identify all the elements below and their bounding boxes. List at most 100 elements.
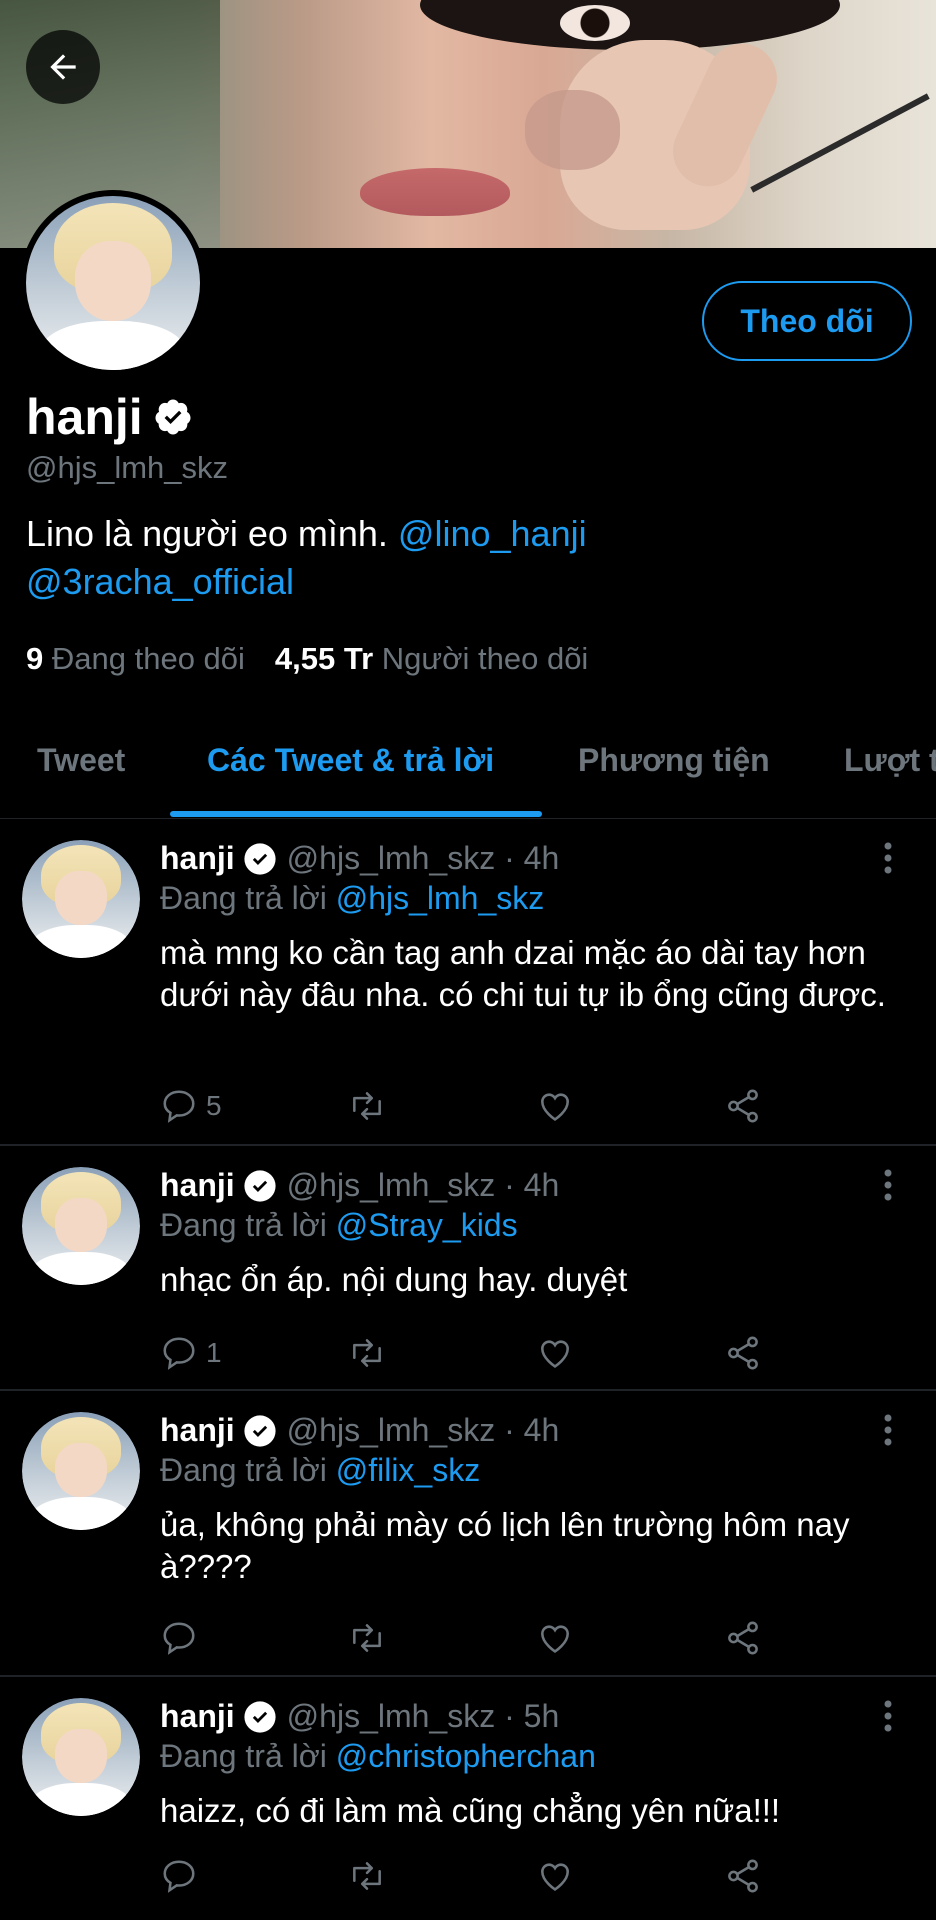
following-stat[interactable]: 9 Đang theo dõi: [26, 641, 245, 677]
tweet-avatar[interactable]: [22, 1412, 140, 1530]
verified-badge-icon: [244, 1700, 276, 1733]
like-button[interactable]: [536, 1616, 574, 1660]
tweet-author-name[interactable]: hanji: [160, 1698, 235, 1735]
reply-icon: [163, 1860, 195, 1893]
verified-badge-icon: [244, 1169, 276, 1202]
reply-to-link[interactable]: @Stray_kids: [336, 1207, 518, 1243]
reply-to-link[interactable]: @hjs_lmh_skz: [336, 880, 545, 916]
tweet-avatar[interactable]: [22, 1698, 140, 1816]
like-icon: [541, 1340, 569, 1368]
share-icon: [728, 1621, 758, 1655]
like-button[interactable]: [536, 1331, 574, 1375]
tweet-item[interactable]: hanji @hjs_lmh_skz · 4h Đang trả lời @St…: [0, 1147, 936, 1391]
reply-button[interactable]: [160, 1616, 206, 1660]
tweet-item[interactable]: hanji @hjs_lmh_skz · 4h Đang trả lời @fi…: [0, 1392, 936, 1677]
retweet-icon: [353, 1092, 381, 1120]
tweet-avatar[interactable]: [22, 840, 140, 958]
share-button[interactable]: [724, 1331, 762, 1375]
bio-text: Lino là người eo mình.: [26, 513, 398, 554]
reply-icon: [163, 1337, 195, 1370]
tweet-author-name[interactable]: hanji: [160, 1412, 235, 1449]
profile-bio: Lino là người eo mình. @lino_hanji @3rac…: [26, 510, 906, 606]
tweet-text: haizz, có đi làm mà cũng chẳng yên nữa!!…: [160, 1792, 781, 1829]
tab-tweets-and-replies[interactable]: Các Tweet & trả lời: [207, 730, 494, 820]
profile-display-name: hanji: [26, 389, 143, 445]
reply-prefix: Đang trả lời: [160, 1738, 336, 1774]
tweet-reply-context: Đang trả lời @Stray_kids: [160, 1207, 518, 1244]
tweet-actions: [160, 1616, 780, 1660]
profile-handle: @hjs_lmh_skz: [26, 450, 229, 485]
retweet-button[interactable]: [348, 1854, 386, 1898]
share-icon: [728, 1089, 758, 1123]
like-icon: [541, 1093, 569, 1121]
retweet-button[interactable]: [348, 1084, 386, 1128]
more-vertical-icon[interactable]: [878, 1410, 898, 1450]
reply-button[interactable]: 5: [160, 1084, 222, 1128]
reply-icon: [163, 1090, 195, 1123]
tweet-reply-context: Đang trả lời @christopherchan: [160, 1738, 596, 1775]
follow-button[interactable]: Theo dõi: [702, 281, 912, 361]
like-button[interactable]: [536, 1084, 574, 1128]
retweet-button[interactable]: [348, 1616, 386, 1660]
back-button[interactable]: [26, 30, 100, 104]
tweet-author-name[interactable]: hanji: [160, 1167, 235, 1204]
profile-stats: 9 Đang theo dõi 4,55 Tr Người theo dõi: [26, 641, 588, 677]
tab-media[interactable]: Phương tiện: [578, 730, 770, 820]
tweet-reply-context: Đang trả lời @filix_skz: [160, 1452, 480, 1489]
profile-avatar[interactable]: [20, 190, 206, 376]
like-icon: [541, 1625, 569, 1653]
following-label: Đang theo dõi: [51, 641, 245, 676]
tab-likes[interactable]: Lượt t: [844, 730, 936, 820]
reply-prefix: Đang trả lời: [160, 880, 336, 916]
tweet-handle-time: @hjs_lmh_skz · 4h: [286, 1412, 560, 1448]
active-tab-indicator: [170, 811, 542, 817]
reply-button[interactable]: [160, 1854, 206, 1898]
share-button[interactable]: [724, 1854, 762, 1898]
retweet-icon: [353, 1862, 381, 1890]
tweet-text: mà mng ko cần tag anh dzai mặc áo dài ta…: [160, 934, 886, 1013]
tweet-actions: 1: [160, 1331, 780, 1375]
tweet-reply-context: Đang trả lời @hjs_lmh_skz: [160, 880, 544, 917]
tweet-item[interactable]: hanji @hjs_lmh_skz · 4h Đang trả lời @hj…: [0, 820, 936, 1146]
retweet-icon: [353, 1624, 381, 1652]
back-arrow-icon: [50, 54, 76, 80]
tweet-actions: [160, 1854, 780, 1898]
profile-tabs: Tweet Các Tweet & trả lời Phương tiện Lư…: [0, 730, 936, 820]
tweet-item[interactable]: hanji @hjs_lmh_skz · 5h Đang trả lời @ch…: [0, 1678, 936, 1920]
more-vertical-icon[interactable]: [878, 838, 898, 878]
tweet-header: hanji @hjs_lmh_skz · 4h: [160, 840, 559, 877]
bio-mention-link[interactable]: @3racha_official: [26, 561, 294, 602]
tab-tweets[interactable]: Tweet: [37, 730, 125, 820]
verified-badge-icon: [244, 842, 276, 875]
reply-button[interactable]: 1: [160, 1331, 222, 1375]
profile-name-row: hanji: [26, 388, 193, 446]
more-vertical-icon[interactable]: [878, 1165, 898, 1205]
followers-stat[interactable]: 4,55 Tr Người theo dõi: [275, 641, 588, 677]
reply-count: 5: [206, 1090, 222, 1121]
reply-count: 1: [206, 1337, 222, 1368]
retweet-icon: [353, 1339, 381, 1367]
followers-count: 4,55 Tr: [274, 641, 374, 676]
tweet-header: hanji @hjs_lmh_skz · 4h: [160, 1167, 559, 1204]
reply-to-link[interactable]: @filix_skz: [336, 1452, 481, 1488]
tweet-text: ủa, không phải mày có lịch lên trường hô…: [160, 1506, 850, 1585]
retweet-button[interactable]: [348, 1331, 386, 1375]
tweet-handle-time: @hjs_lmh_skz · 5h: [286, 1698, 560, 1734]
followers-label: Người theo dõi: [381, 641, 589, 676]
following-count: 9: [26, 641, 44, 676]
tweet-avatar[interactable]: [22, 1167, 140, 1285]
share-button[interactable]: [724, 1616, 762, 1660]
tweet-header: hanji @hjs_lmh_skz · 4h: [160, 1412, 559, 1449]
share-icon: [728, 1336, 758, 1370]
tweet-author-name[interactable]: hanji: [160, 840, 235, 877]
tweet-actions: 5: [160, 1084, 780, 1128]
reply-to-link[interactable]: @christopherchan: [336, 1738, 596, 1774]
like-icon: [541, 1863, 569, 1891]
tweet-handle-time: @hjs_lmh_skz · 4h: [286, 840, 560, 876]
share-button[interactable]: [724, 1084, 762, 1128]
like-button[interactable]: [536, 1854, 574, 1898]
more-vertical-icon[interactable]: [878, 1696, 898, 1736]
tweet-text: nhạc ổn áp. nội dung hay. duyệt: [160, 1261, 628, 1298]
bio-mention-link[interactable]: @lino_hanji: [398, 513, 587, 554]
reply-prefix: Đang trả lời: [160, 1452, 336, 1488]
